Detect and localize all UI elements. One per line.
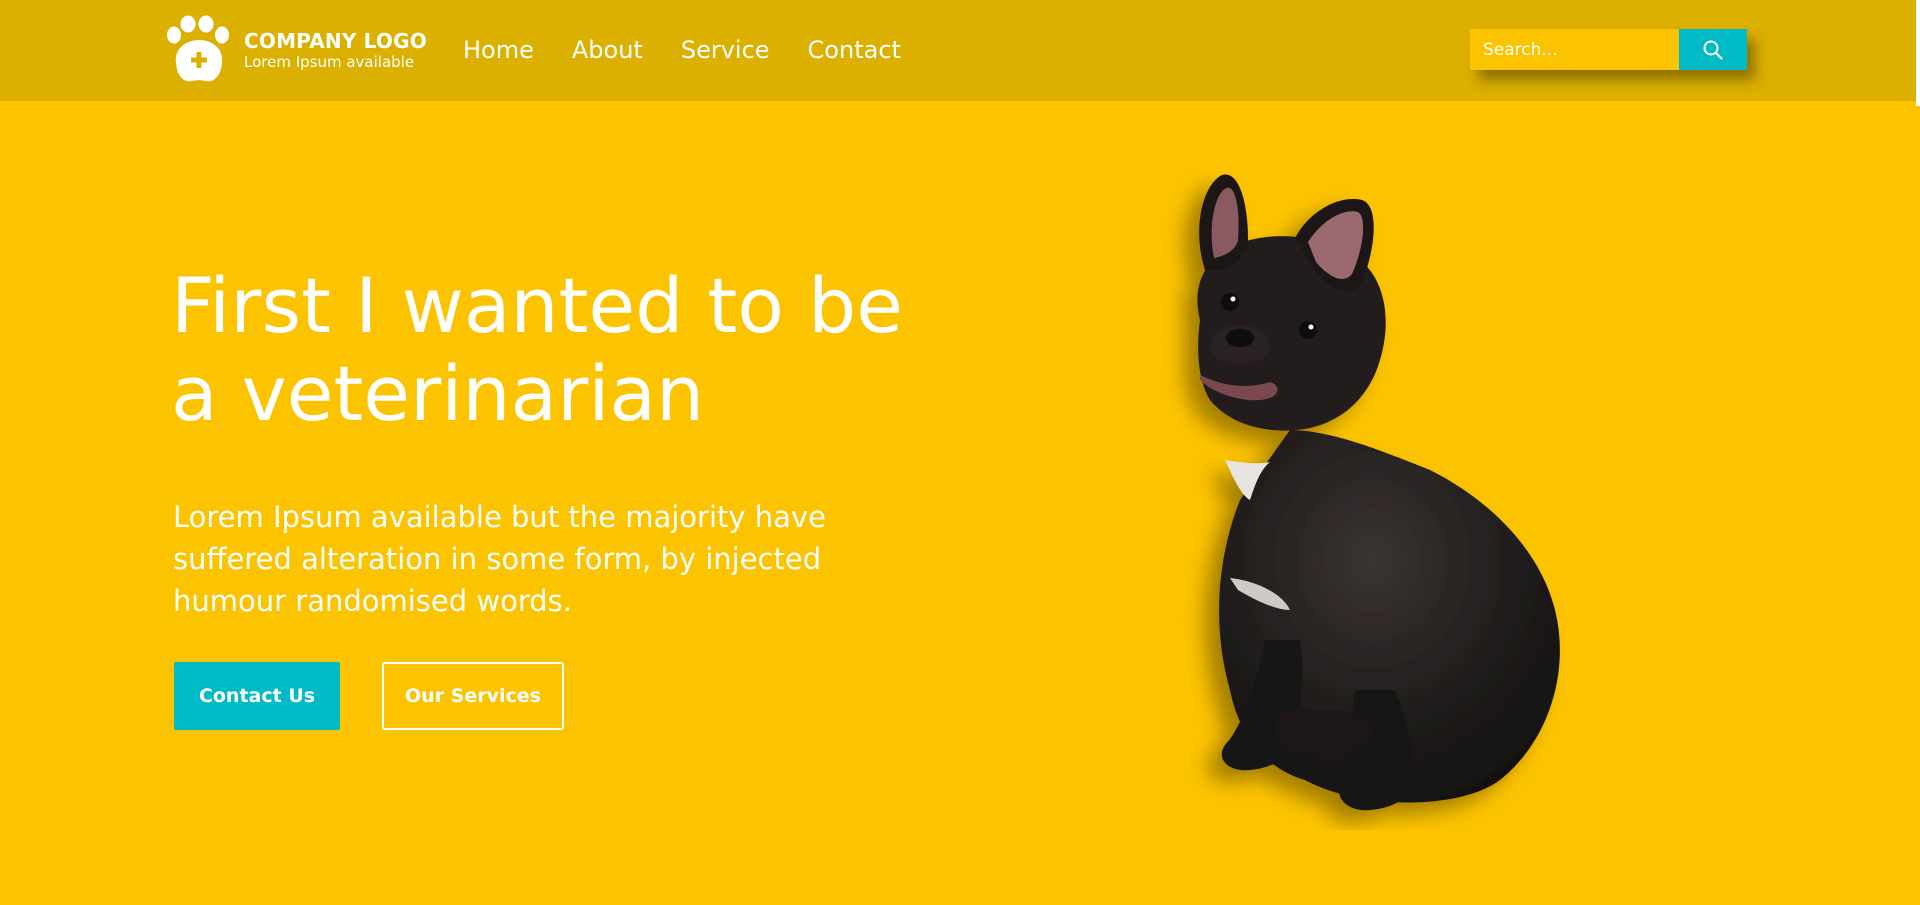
nav-home[interactable]: Home xyxy=(463,30,534,70)
hero-title: First I wanted to be a veterinarian xyxy=(171,262,931,438)
site-header: COMPANY LOGO Lorem Ipsum available Home … xyxy=(0,0,1916,101)
search-input[interactable] xyxy=(1470,29,1679,70)
main-nav: Home About Service Contact xyxy=(463,30,939,70)
paw-logo-icon xyxy=(167,15,229,82)
french-bulldog-image xyxy=(1197,174,1560,811)
scrollbar-edge xyxy=(1916,0,1920,106)
logo-text: COMPANY LOGO Lorem Ipsum available xyxy=(244,29,427,71)
hero-description-line: humour randomised words. xyxy=(173,584,572,618)
hero-title-line: First I wanted to be xyxy=(171,261,903,350)
search-box xyxy=(1470,29,1747,70)
company-logo[interactable]: COMPANY LOGO Lorem Ipsum available xyxy=(166,15,427,85)
logo-title: COMPANY LOGO xyxy=(244,29,427,53)
hero-description: Lorem Ipsum available but the majority h… xyxy=(173,496,853,622)
landing-page: COMPANY LOGO Lorem Ipsum available Home … xyxy=(0,0,1920,905)
hero-description-line: suffered alteration in some form, by inj… xyxy=(173,542,822,576)
logo-subtitle: Lorem Ipsum available xyxy=(244,53,415,71)
our-services-button[interactable]: Our Services xyxy=(382,662,564,730)
nav-about[interactable]: About xyxy=(572,30,643,70)
hero-title-line: a veterinarian xyxy=(171,349,705,438)
nav-service[interactable]: Service xyxy=(681,30,770,70)
search-icon xyxy=(1703,40,1723,60)
nav-contact[interactable]: Contact xyxy=(808,30,901,70)
hero-description-line: Lorem Ipsum available but the majority h… xyxy=(173,500,826,534)
contact-us-button[interactable]: Contact Us xyxy=(174,662,340,730)
search-button[interactable] xyxy=(1679,29,1747,70)
